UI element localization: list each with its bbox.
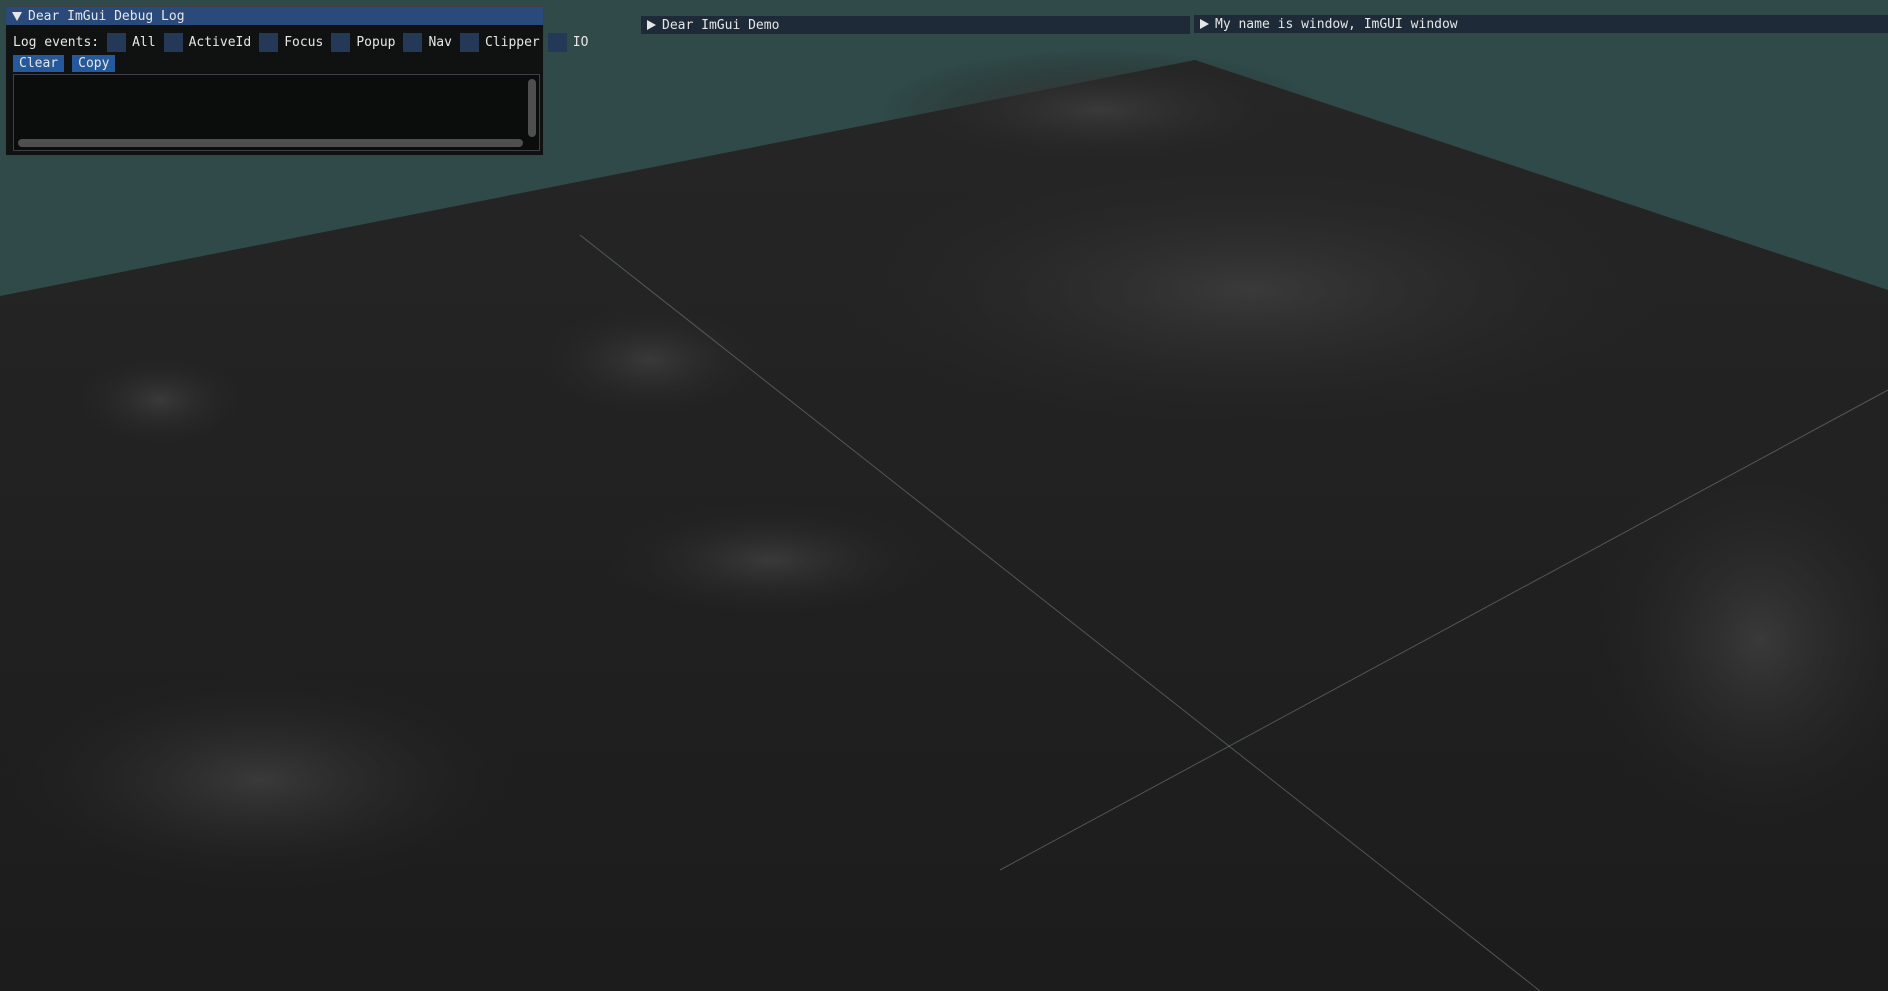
checkbox-io[interactable]: IO [547, 33, 589, 52]
debug-log-title-bar[interactable]: Dear ImGui Debug Log [6, 7, 543, 25]
checkbox-box[interactable] [331, 33, 351, 52]
demo-window-title: Dear ImGui Demo [662, 17, 780, 33]
copy-button[interactable]: Copy [72, 55, 116, 72]
checkbox-label: Clipper [484, 35, 540, 50]
custom-window-title: My name is window, ImGUI window [1215, 16, 1458, 32]
clear-button[interactable]: Clear [13, 55, 65, 72]
collapse-arrow-icon[interactable] [12, 11, 22, 21]
checkbox-label: Nav [428, 35, 452, 50]
checkbox-popup[interactable]: Popup [331, 33, 395, 52]
checkbox-clipper[interactable]: Clipper [459, 33, 540, 52]
checkbox-label: ActiveId [188, 35, 252, 50]
horizontal-scrollbar[interactable] [18, 139, 523, 147]
checkbox-box[interactable] [259, 33, 279, 52]
checkbox-box[interactable] [403, 33, 423, 52]
hill-cluster [70, 350, 250, 450]
checkbox-all[interactable]: All [107, 33, 156, 52]
checkbox-label: IO [572, 35, 589, 50]
checkbox-box[interactable] [107, 33, 127, 52]
log-events-row: Log events: All ActiveId Focus Popup Nav… [13, 33, 596, 52]
checkbox-label: Popup [356, 35, 396, 50]
expand-arrow-icon[interactable] [647, 20, 656, 30]
custom-window-title-bar[interactable]: My name is window, ImGUI window [1194, 15, 1888, 33]
checkbox-label: All [132, 35, 156, 50]
log-output-area[interactable] [13, 74, 540, 151]
checkbox-box[interactable] [459, 33, 479, 52]
expand-arrow-icon[interactable] [1200, 19, 1209, 29]
checkbox-focus[interactable]: Focus [259, 33, 323, 52]
mountain-range [880, 50, 1320, 170]
log-button-row: Clear Copy [13, 55, 116, 72]
demo-window-title-bar[interactable]: Dear ImGui Demo [641, 16, 1190, 34]
log-events-label: Log events: [13, 35, 100, 50]
debug-log-window[interactable]: Dear ImGui Debug Log Log events: All Act… [5, 6, 588, 156]
checkbox-box[interactable] [547, 33, 567, 52]
hill-cluster [530, 300, 770, 420]
vertical-scrollbar[interactable] [528, 79, 536, 137]
hill-cluster [600, 500, 940, 620]
debug-log-title: Dear ImGui Debug Log [28, 8, 185, 24]
checkbox-activeid[interactable]: ActiveId [163, 33, 252, 52]
hill-cluster [0, 670, 520, 890]
mountain-range [790, 140, 1710, 440]
checkbox-label: Focus [284, 35, 324, 50]
checkbox-box[interactable] [163, 33, 183, 52]
checkbox-nav[interactable]: Nav [403, 33, 452, 52]
